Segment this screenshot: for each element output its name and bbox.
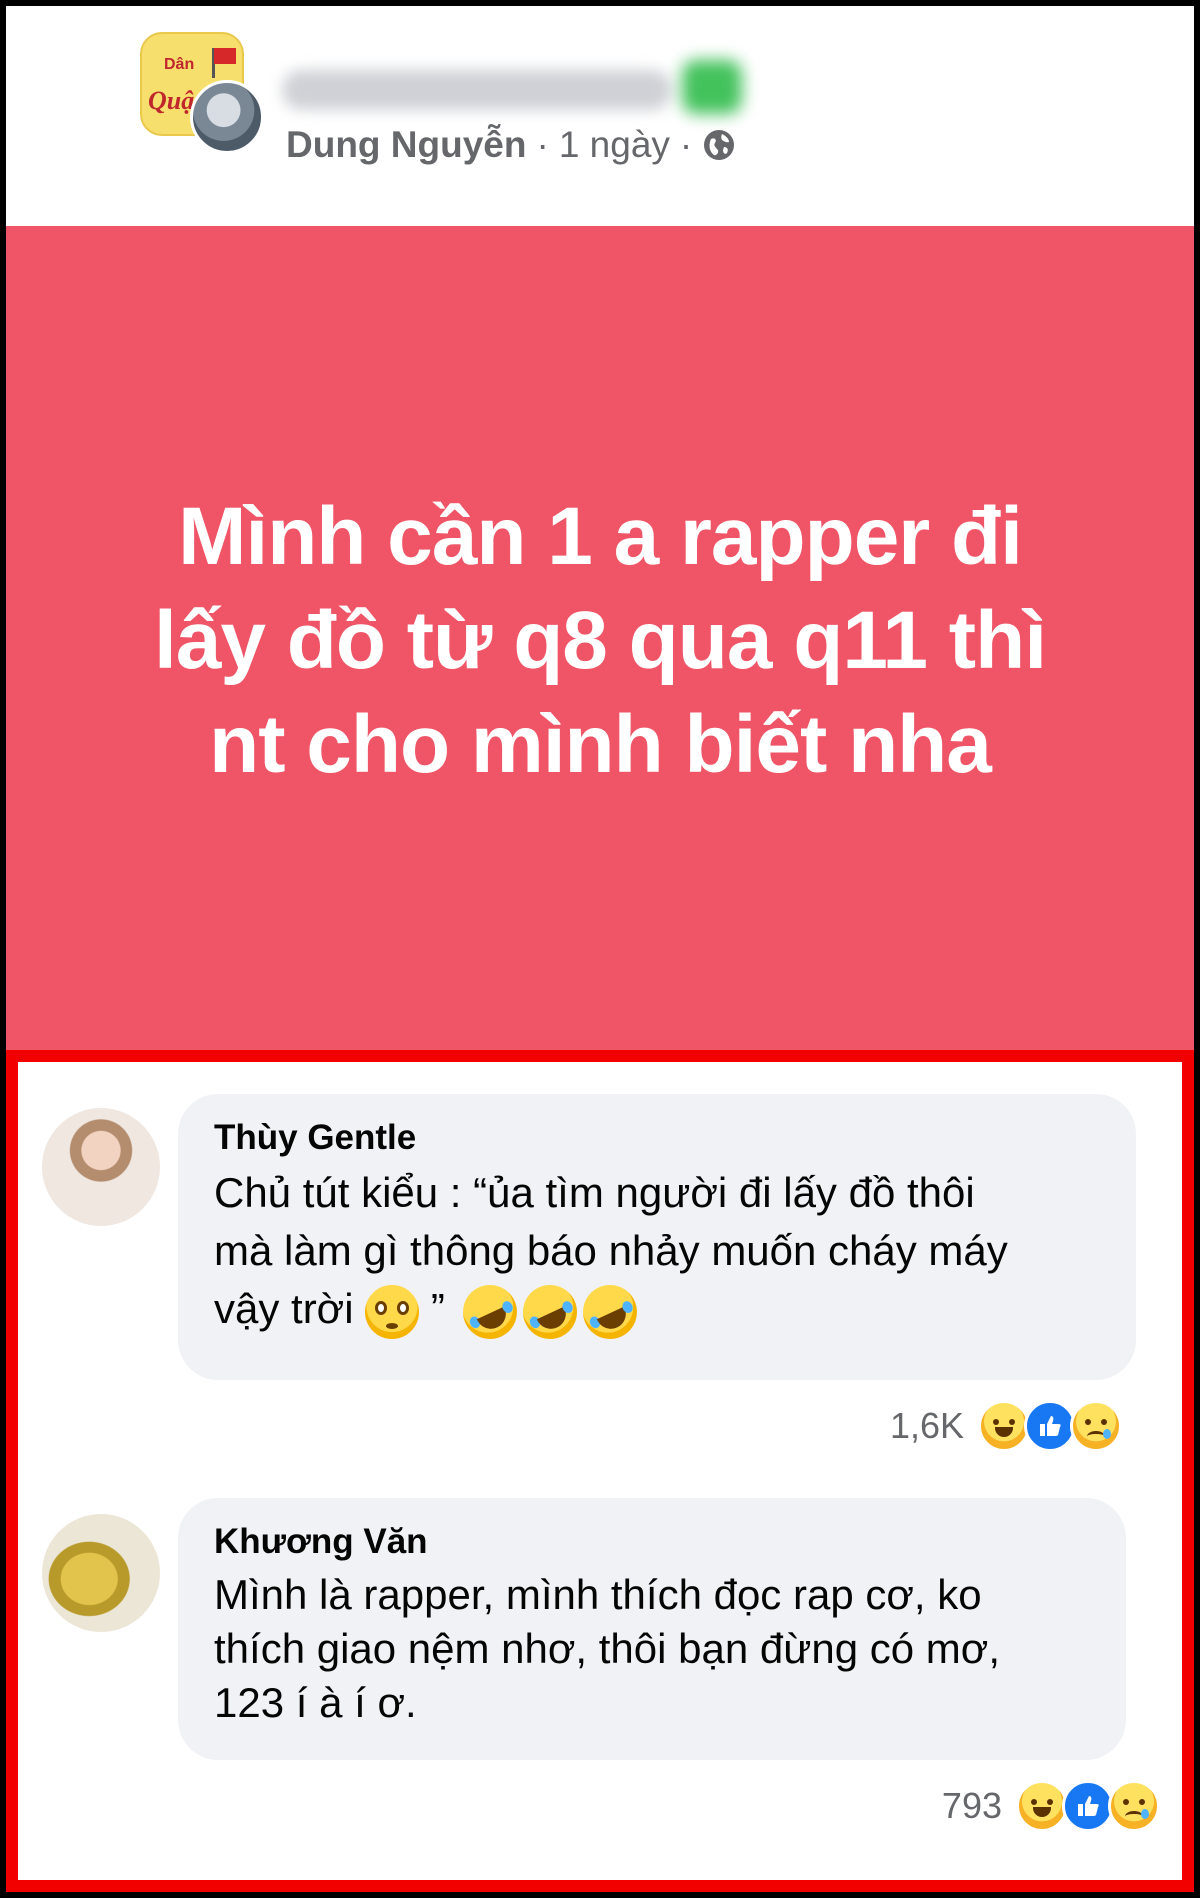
post-time[interactable]: 1 ngày	[559, 124, 670, 166]
flushed-face-icon	[365, 1284, 420, 1339]
blurred-badge	[682, 60, 742, 114]
reaction-count: 793	[941, 1785, 1002, 1826]
haha-reaction-icon	[1016, 1780, 1068, 1832]
blurred-group-name	[282, 70, 672, 110]
comments-highlight: Thùy Gentle Chủ tút kiểu : “ủa tìm người…	[6, 1050, 1194, 1892]
post-author[interactable]: Dung Nguyễn	[286, 124, 526, 166]
like-reaction-icon	[1062, 1780, 1114, 1832]
comment-line: thích giao nệm nhơ, thôi bạn đừng có mơ,	[214, 1625, 1000, 1672]
screenshot-frame: Dân Quậ Dung Nguyễn · 1 ngày · Mình cần …	[6, 6, 1194, 1892]
comment-author[interactable]: Thùy Gentle	[214, 1116, 1102, 1160]
group-name-blurred[interactable]	[282, 58, 752, 116]
post-header: Dân Quậ Dung Nguyễn · 1 ngày ·	[6, 6, 1194, 226]
reaction-summary[interactable]: 1,6K	[890, 1400, 1122, 1452]
rolling-laughing-face-icon	[573, 1276, 646, 1348]
comment-text: Chủ tút kiểu : “ủa tìm người đi lấy đồ t…	[214, 1164, 1102, 1348]
comment-bubble[interactable]: Khương Văn Mình là rapper, mình thích đọ…	[178, 1498, 1126, 1760]
comment-line: Chủ tút kiểu : “ủa tìm người đi lấy đồ t…	[214, 1169, 975, 1216]
flag-icon	[214, 48, 236, 64]
emoji-run	[453, 1276, 646, 1348]
meta-separator: ·	[679, 124, 693, 165]
comment-bubble[interactable]: Thùy Gentle Chủ tút kiểu : “ủa tìm người…	[178, 1094, 1136, 1380]
comment-line-text: vậy trời	[214, 1285, 354, 1332]
comment-line: mà làm gì thông báo nhảy muốn cháy máy	[214, 1227, 1008, 1274]
group-avatar[interactable]: Dân Quậ	[140, 32, 266, 154]
comment-line: 123 í à í ơ.	[214, 1679, 417, 1726]
comment-line: Mình là rapper, mình thích đọc rap cơ, k…	[214, 1571, 982, 1618]
group-logo-text: Quậ	[148, 86, 195, 115]
quote-close: ”	[430, 1285, 445, 1332]
sad-reaction-icon	[1108, 1780, 1160, 1832]
rolling-laughing-face-icon	[453, 1276, 526, 1348]
reaction-summary[interactable]: 793	[942, 1780, 1160, 1832]
comment-text: Mình là rapper, mình thích đọc rap cơ, k…	[214, 1568, 1092, 1730]
haha-reaction-icon	[978, 1400, 1030, 1452]
globe-icon	[702, 128, 736, 162]
post-content: Mình cần 1 a rapper đi lấy đồ từ q8 qua …	[6, 226, 1194, 1056]
rolling-laughing-face-icon	[513, 1276, 586, 1348]
sad-reaction-icon	[1070, 1400, 1122, 1452]
comment-author[interactable]: Khương Văn	[214, 1520, 1092, 1564]
reaction-count: 1,6K	[889, 1405, 964, 1446]
meta-separator: ·	[536, 124, 549, 165]
post-meta: Dung Nguyễn · 1 ngày ·	[286, 124, 736, 166]
post-text: Mình cần 1 a rapper đi lấy đồ từ q8 qua …	[154, 491, 1047, 790]
like-reaction-icon	[1024, 1400, 1076, 1452]
comment-line: vậy trời ”	[214, 1276, 1102, 1348]
commenter-avatar[interactable]	[42, 1108, 160, 1226]
author-avatar[interactable]	[190, 80, 264, 154]
commenter-avatar[interactable]	[42, 1514, 160, 1632]
group-logo-text: Dân	[164, 56, 195, 73]
